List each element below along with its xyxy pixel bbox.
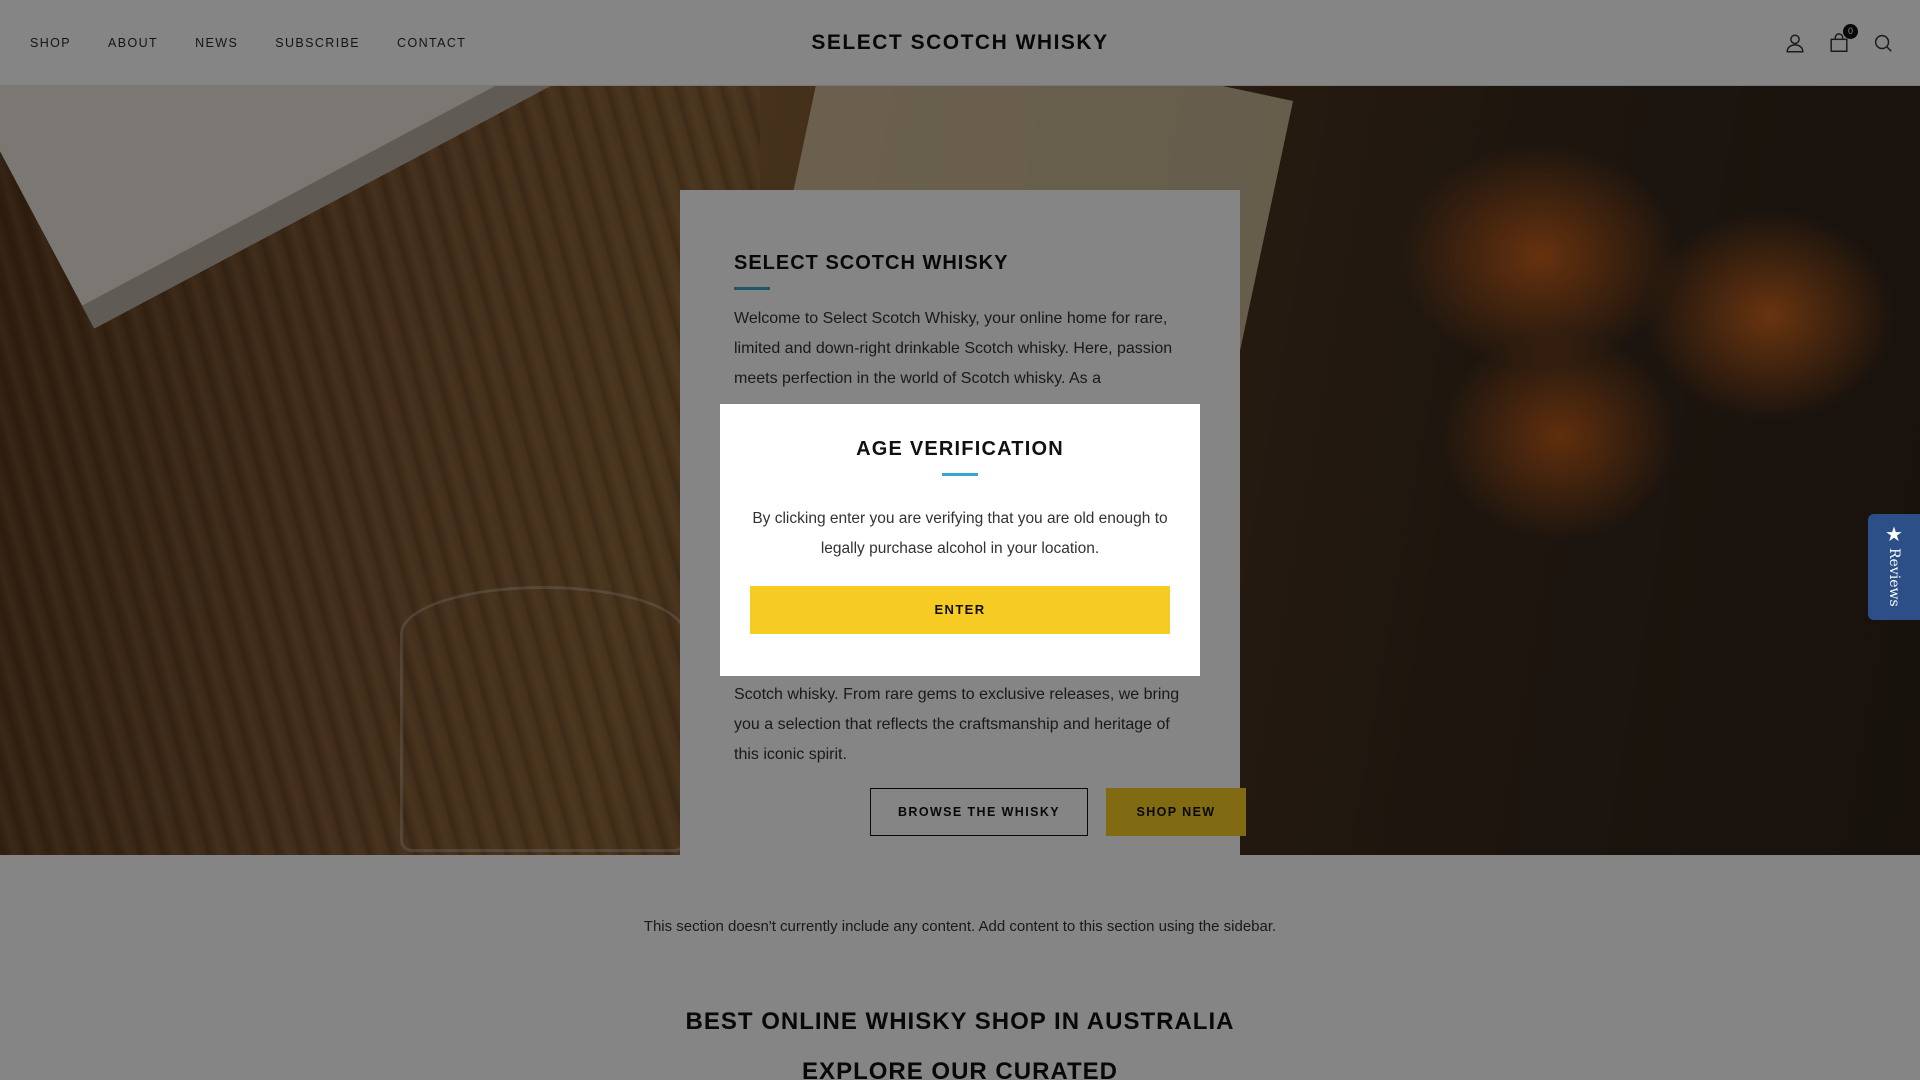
- cart-count-badge: 0: [1843, 24, 1858, 39]
- nav-about[interactable]: ABOUT: [108, 36, 158, 50]
- shop-new-button[interactable]: SHOP NEW: [1106, 788, 1246, 836]
- nav-news[interactable]: NEWS: [195, 36, 238, 50]
- reviews-tab-label: Reviews: [1886, 548, 1902, 607]
- empty-section-note: This section doesn't currently include a…: [643, 918, 1277, 935]
- age-verification-modal: AGE VERIFICATION By clicking enter you a…: [720, 404, 1200, 676]
- section-subheading: EXPLORE OUR CURATED: [802, 1058, 1118, 1085]
- search-icon[interactable]: [1872, 32, 1894, 54]
- star-icon: ★: [1885, 524, 1903, 546]
- hero-card-intro: Welcome to Select Scotch Whisky, your on…: [734, 310, 1173, 387]
- browse-whisky-button[interactable]: BROWSE THE WHISKY: [870, 788, 1088, 836]
- hero-card-outro: Scotch whisky. From rare gems to exclusi…: [734, 686, 1180, 763]
- title-underline: [734, 287, 770, 290]
- main-nav: SHOP ABOUT NEWS SUBSCRIBE CONTACT: [30, 0, 466, 86]
- modal-text: By clicking enter you are verifying that…: [752, 510, 1168, 557]
- site-header: SHOP ABOUT NEWS SUBSCRIBE CONTACT SELECT…: [0, 0, 1920, 86]
- cart-icon[interactable]: 0: [1828, 24, 1858, 54]
- nav-shop[interactable]: SHOP: [30, 36, 71, 50]
- hero-glass: [400, 586, 686, 852]
- nav-subscribe[interactable]: SUBSCRIBE: [275, 36, 360, 50]
- account-icon[interactable]: [1784, 32, 1806, 54]
- enter-button[interactable]: ENTER: [750, 586, 1170, 634]
- reviews-tab[interactable]: ★ Reviews: [1868, 514, 1920, 620]
- modal-title: AGE VERIFICATION: [856, 438, 1064, 460]
- header-tools: 0: [1784, 0, 1894, 86]
- modal-title-underline: [942, 473, 978, 476]
- hero-card-buttons: BROWSE THE WHISKY SHOP NEW: [870, 788, 1246, 836]
- nav-contact[interactable]: CONTACT: [397, 36, 466, 50]
- section-heading: BEST ONLINE WHISKY SHOP IN AUSTRALIA: [685, 1008, 1235, 1035]
- hero-card-title: SELECT SCOTCH WHISKY: [734, 252, 1009, 274]
